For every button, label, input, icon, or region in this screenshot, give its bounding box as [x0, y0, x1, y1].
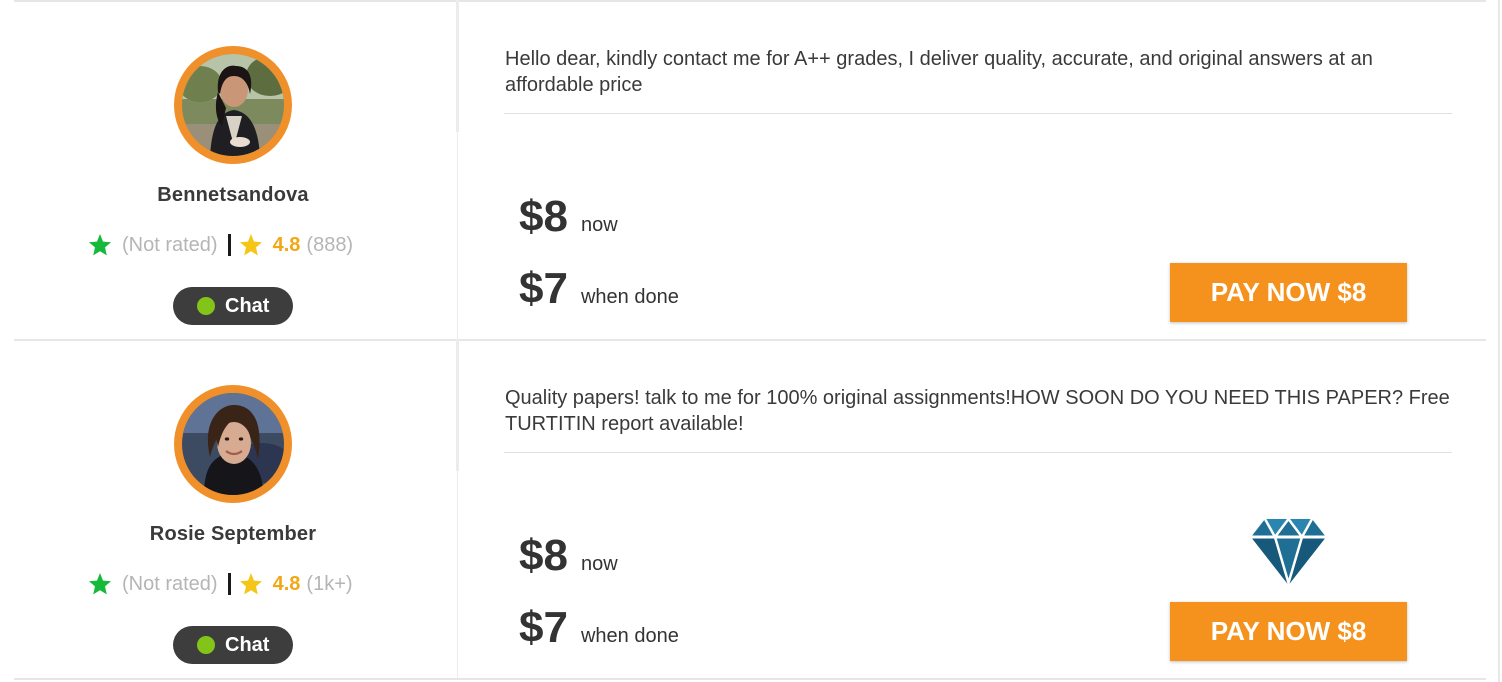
writer-name[interactable]: Bennetsandova	[60, 184, 406, 207]
writer-name[interactable]: Rosie September	[60, 523, 406, 546]
price-done-label: when done	[580, 625, 679, 647]
online-status-icon	[197, 636, 215, 654]
bid-card: Bennetsandova (Not rated) 4.8 (888) Chat…	[0, 0, 1486, 339]
rating-separator	[227, 234, 231, 256]
column-divider	[457, 471, 458, 678]
column-divider	[456, 339, 459, 471]
bid-card: Rosie September (Not rated) 4.8 (1k+) Ch…	[0, 339, 1486, 680]
chat-button[interactable]: Chat	[173, 287, 293, 325]
rating-count: (888)	[306, 233, 354, 256]
column-divider	[456, 0, 459, 132]
rating-row: (Not rated) 4.8 (888)	[88, 231, 353, 259]
not-rated-label: (Not rated)	[122, 233, 218, 256]
price-done: $7 when done	[519, 603, 679, 653]
price-now: $8 now	[519, 531, 618, 581]
price-now-label: now	[580, 214, 618, 236]
writer-photo	[182, 393, 284, 495]
divider	[504, 452, 1452, 453]
star-icon	[89, 234, 111, 256]
diamond-icon	[1251, 519, 1326, 585]
bid-description: Hello dear, kindly contact me for A++ gr…	[505, 48, 1373, 96]
pay-now-button[interactable]: PAY NOW $8	[1170, 263, 1407, 322]
writer-photo	[182, 54, 284, 156]
chat-button-label: Chat	[225, 633, 270, 656]
price-now: $8 now	[519, 192, 618, 242]
rating-row: (Not rated) 4.8 (1k+)	[88, 570, 353, 598]
star-icon	[239, 234, 262, 256]
star-icon	[239, 573, 262, 595]
avatar[interactable]	[174, 46, 292, 164]
price-now-amount: $8	[519, 192, 568, 241]
divider	[14, 339, 1486, 341]
price-done: $7 when done	[519, 264, 679, 314]
list-right-border	[1498, 0, 1500, 682]
price-now-label: now	[580, 553, 618, 575]
avatar[interactable]	[174, 385, 292, 503]
pay-now-button[interactable]: PAY NOW $8	[1170, 602, 1407, 661]
chat-button[interactable]: Chat	[173, 626, 293, 664]
chat-button-label: Chat	[225, 294, 270, 317]
divider	[14, 0, 1486, 2]
divider	[504, 113, 1452, 114]
star-icon	[89, 573, 111, 595]
price-done-label: when done	[580, 286, 679, 308]
rating-separator	[227, 573, 231, 595]
price-done-amount: $7	[519, 264, 568, 313]
rating-count: (1k+)	[306, 572, 353, 595]
online-status-icon	[197, 297, 215, 315]
column-divider	[457, 132, 458, 339]
divider	[14, 678, 1486, 680]
rating-score: 4.8	[272, 233, 301, 256]
price-done-amount: $7	[519, 603, 568, 652]
not-rated-label: (Not rated)	[122, 572, 218, 595]
price-now-amount: $8	[519, 531, 568, 580]
bid-description: Quality papers! talk to me for 100% orig…	[505, 387, 1450, 435]
rating-score: 4.8	[272, 572, 301, 595]
